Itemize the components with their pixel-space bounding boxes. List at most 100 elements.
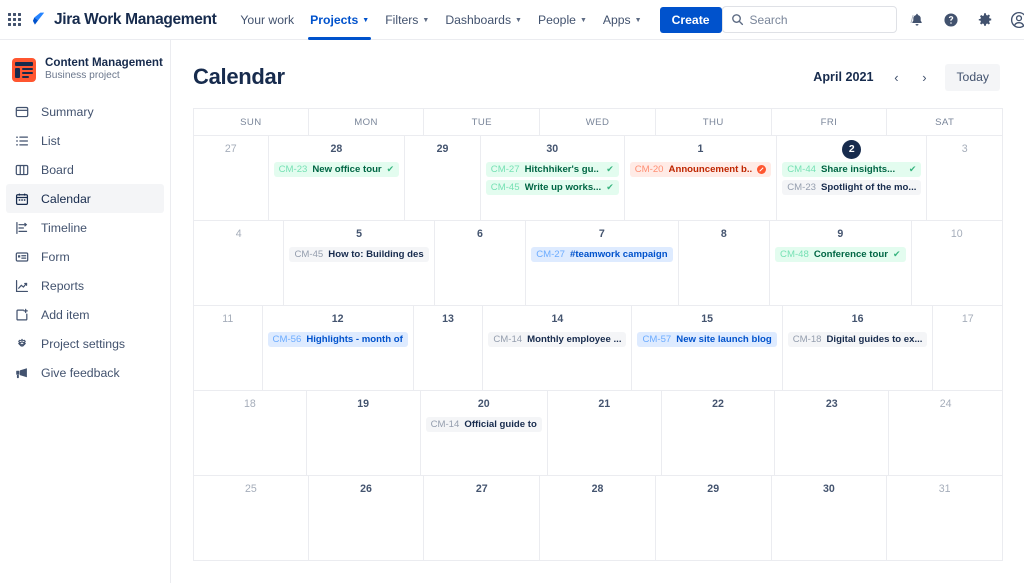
sidebar-item-list[interactable]: List bbox=[6, 126, 164, 155]
search-icon bbox=[731, 13, 744, 26]
calendar-day-cell[interactable]: 27 bbox=[424, 476, 541, 561]
event-issue-key: CM-14 bbox=[493, 334, 523, 345]
calendar-day-cell[interactable]: 20 CM-14 Official guide to bbox=[420, 391, 548, 476]
search-input[interactable] bbox=[749, 12, 905, 27]
calendar-main-panel: Calendar April 2021 ‹ › Today SUN MON TU… bbox=[171, 40, 1024, 583]
day-number: 23 bbox=[825, 398, 838, 410]
nav-item-dashboards[interactable]: Dashboards ▼ bbox=[437, 0, 530, 40]
calendar-day-cell[interactable]: 27 bbox=[193, 136, 269, 221]
weekday-header-wed: WED bbox=[540, 109, 656, 136]
calendar-day-cell[interactable]: 24 bbox=[889, 391, 1003, 476]
calendar-event-pill[interactable]: CM-27 Hitchhiker's gu.. ✔ bbox=[485, 162, 619, 177]
calendar-event-pill[interactable]: CM-45 How to: Building des bbox=[289, 247, 429, 262]
calendar-day-cell[interactable]: 11 bbox=[193, 306, 263, 391]
sidebar-item-project-settings[interactable]: Project settings bbox=[6, 329, 164, 358]
calendar-day-cell[interactable]: 28 bbox=[540, 476, 656, 561]
nav-item-your-work[interactable]: Your work bbox=[232, 0, 302, 40]
day-number: 16 bbox=[851, 313, 864, 325]
calendar-day-cell[interactable]: 26 bbox=[308, 476, 425, 561]
calendar-day-cell[interactable]: 8 bbox=[678, 221, 771, 306]
grid-apps-icon[interactable] bbox=[8, 6, 21, 34]
create-button[interactable]: Create bbox=[659, 6, 722, 33]
nav-item-projects[interactable]: Projects ▼ bbox=[302, 0, 377, 40]
calendar-event-pill[interactable]: CM-23 New office tour ✔ bbox=[273, 162, 400, 177]
calendar-event-pill[interactable]: CM-48 Conference tour ✔ bbox=[775, 247, 906, 262]
search-box[interactable]: / bbox=[721, 6, 914, 33]
calendar-day-cell[interactable]: 15 CM-57 New site launch blog bbox=[632, 306, 783, 391]
calendar-day-cell[interactable]: 25 bbox=[193, 476, 309, 561]
calendar-day-cell[interactable]: 3 bbox=[927, 136, 1003, 221]
sidebar-item-add-item[interactable]: Add item bbox=[6, 300, 164, 329]
calendar-event-pill[interactable]: CM-20 Announcement b.. bbox=[629, 162, 772, 177]
help-icon[interactable] bbox=[937, 6, 965, 34]
sidebar-item-timeline[interactable]: Timeline bbox=[6, 213, 164, 242]
calendar-day-cell[interactable]: 30 bbox=[771, 476, 888, 561]
calendar-day-cell[interactable]: 18 bbox=[193, 391, 307, 476]
calendar-day-cell[interactable]: 30 CM-27 Hitchhiker's gu.. ✔ CM-45 Write up w… bbox=[480, 136, 625, 221]
calendar-event-pill[interactable]: CM-45 Write up works... ✔ bbox=[485, 180, 619, 195]
calendar-day-cell[interactable]: 16 CM-18 Digital guides to ex... bbox=[782, 306, 934, 391]
check-done-icon: ✔ bbox=[606, 182, 614, 192]
sidebar-item-board[interactable]: Board bbox=[6, 155, 164, 184]
sidebar-item-form[interactable]: Form bbox=[6, 242, 164, 271]
day-number: 18 bbox=[243, 398, 256, 410]
brand-logo-link[interactable]: Jira Work Management bbox=[31, 11, 217, 29]
account-avatar-icon[interactable] bbox=[1005, 6, 1024, 34]
next-month-button[interactable]: › bbox=[911, 64, 937, 90]
sidebar-item-give-feedback[interactable]: Give feedback bbox=[6, 358, 164, 387]
calendar-event-pill[interactable]: CM-44 Share insights... ✔ bbox=[782, 162, 922, 177]
calendar-event-pill[interactable]: CM-14 Official guide to bbox=[425, 417, 542, 432]
calendar-day-cell[interactable]: 1 CM-20 Announcement b.. bbox=[624, 136, 778, 221]
calendar-event-pill[interactable]: CM-14 Monthly employee ... bbox=[488, 332, 627, 347]
sidebar-item-calendar[interactable]: Calendar bbox=[6, 184, 164, 214]
app-body: Content Management Business project Summ… bbox=[0, 40, 1024, 583]
sidebar-item-summary[interactable]: Summary bbox=[6, 97, 164, 126]
settings-gear-icon[interactable] bbox=[971, 6, 999, 34]
calendar-day-cell[interactable]: 31 bbox=[887, 476, 1003, 561]
calendar-day-cell[interactable]: 13 bbox=[413, 306, 484, 391]
calendar-day-cell[interactable]: 17 bbox=[933, 306, 1003, 391]
calendar-event-pill[interactable]: CM-18 Digital guides to ex... bbox=[787, 332, 928, 347]
sidebar-item-label: Reports bbox=[41, 278, 85, 293]
calendar-day-cell[interactable]: 29 bbox=[405, 136, 481, 221]
calendar-day-cell[interactable]: 9 CM-48 Conference tour ✔ bbox=[770, 221, 912, 306]
megaphone-icon bbox=[14, 365, 30, 381]
calendar-day-cell[interactable]: 29 bbox=[655, 476, 772, 561]
calendar-event-pill[interactable]: CM-56 Highlights - month of bbox=[267, 332, 408, 347]
nav-item-filters[interactable]: Filters ▼ bbox=[377, 0, 437, 40]
today-button[interactable]: Today bbox=[945, 63, 1000, 91]
calendar-event-pill[interactable]: CM-57 New site launch blog bbox=[637, 332, 777, 347]
project-header[interactable]: Content Management Business project bbox=[0, 52, 170, 85]
nav-item-people[interactable]: People ▼ bbox=[530, 0, 595, 40]
calendar-day-cell[interactable]: 14 CM-14 Monthly employee ... bbox=[483, 306, 633, 391]
calendar-event-pill[interactable]: CM-27 #teamwork campaign bbox=[531, 247, 673, 262]
calendar-day-cell[interactable]: 22 bbox=[661, 391, 776, 476]
calendar-day-cell[interactable]: 6 bbox=[434, 221, 527, 306]
calendar-day-cell[interactable]: 10 bbox=[911, 221, 1003, 306]
notifications-bell-icon[interactable] bbox=[903, 6, 931, 34]
calendar-day-cell[interactable]: 21 bbox=[547, 391, 662, 476]
calendar-day-cell[interactable]: 23 bbox=[775, 391, 890, 476]
calendar-day-cell[interactable]: 28 CM-23 New office tour ✔ bbox=[268, 136, 406, 221]
calendar-event-pill[interactable]: CM-23 Spotlight of the mo... bbox=[782, 180, 922, 195]
calendar-day-cell[interactable]: 2 CM-44 Share insights... ✔ CM-23 Spotlight o… bbox=[777, 136, 928, 221]
calendar-day-cell[interactable]: 7 CM-27 #teamwork campaign bbox=[526, 221, 679, 306]
sidebar-item-label: List bbox=[41, 133, 61, 148]
nav-item-apps[interactable]: Apps ▼ bbox=[595, 0, 650, 40]
calendar-weeks: 27 28 CM-23 New office tour ✔ 29 30 CM-27 Hitchh… bbox=[193, 136, 1003, 561]
weekday-header-thu: THU bbox=[655, 109, 772, 136]
calendar-day-cell[interactable]: 4 bbox=[193, 221, 285, 306]
nav-label: Filters bbox=[385, 12, 419, 27]
calendar-day-cell[interactable]: 12 CM-56 Highlights - month of bbox=[262, 306, 414, 391]
calendar-week-row: 18 19 20 CM-14 Official guide to 21 22 23 24 bbox=[193, 391, 1003, 476]
project-name: Content Management bbox=[45, 56, 163, 69]
sidebar-item-reports[interactable]: Reports bbox=[6, 271, 164, 300]
calendar-week-row: 4 5 CM-45 How to: Building des 6 7 CM-27 #teamw… bbox=[193, 221, 1003, 306]
event-issue-key: CM-57 bbox=[642, 334, 672, 345]
previous-month-button[interactable]: ‹ bbox=[883, 64, 909, 90]
calendar-day-cell[interactable]: 5 CM-45 How to: Building des bbox=[284, 221, 435, 306]
day-number: 29 bbox=[707, 483, 720, 495]
calendar-day-cell[interactable]: 19 bbox=[306, 391, 421, 476]
sidebar-item-label: Add item bbox=[41, 307, 90, 322]
nav-label: People bbox=[537, 12, 576, 27]
